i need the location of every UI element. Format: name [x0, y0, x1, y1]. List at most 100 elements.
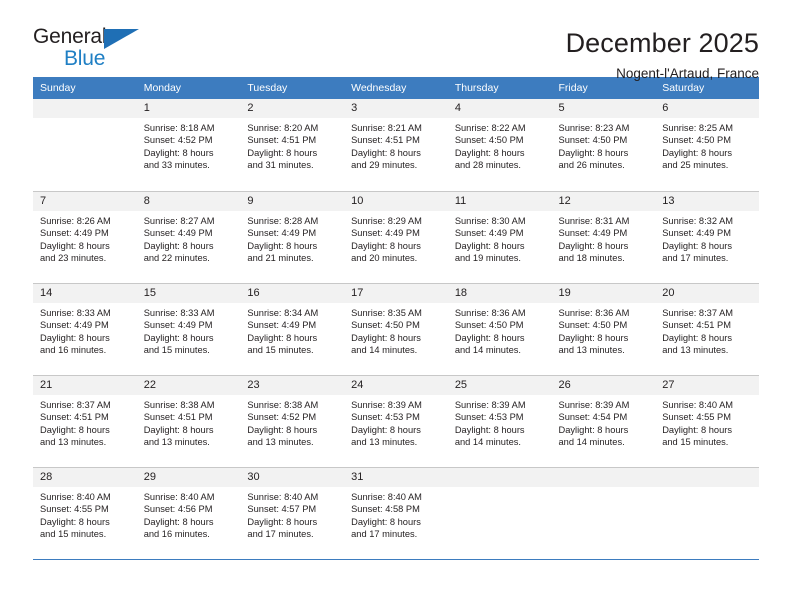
calendar-day-cell[interactable]: 1 Sunrise: 8:18 AM Sunset: 4:52 PM Daylight… — [136, 99, 241, 191]
calendar-day-cell[interactable]: 5 Sunrise: 8:23 AM Sunset: 4:50 PM Daylight… — [551, 99, 656, 191]
sunset-text: Sunset: 4:54 PM — [558, 412, 628, 423]
day-number: 24 — [344, 376, 448, 395]
sunrise-text: Sunrise: 8:38 AM — [143, 400, 215, 410]
day-number: 6 — [655, 99, 759, 118]
sunrise-text: Sunrise: 8:38 AM — [247, 400, 319, 410]
sunset-text: Sunset: 4:49 PM — [351, 228, 420, 239]
sunset-text: Sunset: 4:51 PM — [40, 412, 109, 423]
calendar-week-row: 7 Sunrise: 8:26 AM Sunset: 4:49 PM Daylight… — [33, 191, 759, 283]
sunset-text: Sunset: 4:55 PM — [40, 504, 109, 515]
calendar-day-cell[interactable]: 22 Sunrise: 8:38 AM Sunset: 4:51 PM Dayligh… — [136, 375, 241, 467]
daylight-text-line1: Daylight: 8 hours — [454, 424, 525, 435]
calendar-day-cell[interactable]: 23 Sunrise: 8:38 AM Sunset: 4:52 PM Dayligh… — [240, 375, 345, 467]
day-number: 30 — [240, 468, 345, 487]
daylight-text-line2: and 25 minutes. — [662, 160, 729, 171]
day-info: Sunrise: 8:37 AM Sunset: 4:51 PM Daylight:… — [33, 395, 137, 449]
general-blue-logo[interactable]: General Blue — [33, 26, 141, 74]
calendar-week-row: 28 Sunrise: 8:40 AM Sunset: 4:55 PM Dayligh… — [33, 467, 759, 559]
calendar-day-cell[interactable]: 7 Sunrise: 8:26 AM Sunset: 4:49 PM Daylight… — [33, 191, 137, 283]
daylight-text-line1: Daylight: 8 hours — [143, 332, 214, 343]
daylight-text-line1: Daylight: 8 hours — [558, 147, 629, 158]
day-number: 15 — [136, 284, 241, 303]
sunset-text: Sunset: 4:53 PM — [454, 412, 524, 423]
calendar-day-cell[interactable]: 27 Sunrise: 8:40 AM Sunset: 4:55 PM Dayligh… — [655, 375, 759, 467]
sunrise-text: Sunrise: 8:36 AM — [454, 308, 526, 318]
calendar-day-cell[interactable]: 8 Sunrise: 8:27 AM Sunset: 4:49 PM Daylight… — [136, 191, 241, 283]
calendar-day-cell[interactable] — [447, 467, 552, 559]
day-info: Sunrise: 8:27 AM Sunset: 4:49 PM Daylight:… — [137, 211, 241, 265]
day-info: Sunrise: 8:29 AM Sunset: 4:49 PM Daylight:… — [344, 211, 448, 265]
daylight-text-line1: Daylight: 8 hours — [558, 240, 629, 251]
weekday-header-monday: Monday — [136, 77, 241, 99]
day-info: Sunrise: 8:40 AM Sunset: 4:57 PM Daylight:… — [240, 487, 344, 541]
day-info: Sunrise: 8:40 AM Sunset: 4:56 PM Daylight:… — [137, 487, 241, 541]
calendar-day-cell[interactable] — [551, 467, 656, 559]
daylight-text-line2: and 15 minutes. — [40, 529, 107, 540]
calendar-day-cell[interactable]: 12 Sunrise: 8:31 AM Sunset: 4:49 PM Dayligh… — [551, 191, 656, 283]
calendar-day-cell[interactable]: 18 Sunrise: 8:36 AM Sunset: 4:50 PM Dayligh… — [447, 283, 552, 375]
calendar-day-cell[interactable] — [655, 467, 759, 559]
calendar-day-cell[interactable]: 31 Sunrise: 8:40 AM Sunset: 4:58 PM Dayligh… — [344, 467, 448, 559]
daylight-text-line2: and 16 minutes. — [40, 345, 107, 356]
sunrise-text: Sunrise: 8:40 AM — [143, 492, 215, 502]
calendar-day-cell[interactable]: 6 Sunrise: 8:25 AM Sunset: 4:50 PM Daylight… — [655, 99, 759, 191]
calendar-day-cell[interactable]: 20 Sunrise: 8:37 AM Sunset: 4:51 PM Dayligh… — [655, 283, 759, 375]
calendar-table: Sunday Monday Tuesday Wednesday Thursday… — [33, 77, 759, 559]
weekday-header-tuesday: Tuesday — [240, 77, 345, 99]
calendar-day-cell[interactable]: 30 Sunrise: 8:40 AM Sunset: 4:57 PM Dayligh… — [240, 467, 345, 559]
sunset-text: Sunset: 4:50 PM — [558, 135, 628, 146]
calendar-day-cell[interactable] — [33, 99, 137, 191]
sunrise-text: Sunrise: 8:37 AM — [40, 400, 111, 410]
calendar-day-cell[interactable]: 2 Sunrise: 8:20 AM Sunset: 4:51 PM Daylight… — [240, 99, 345, 191]
sunrise-text: Sunrise: 8:18 AM — [143, 123, 215, 133]
day-number — [447, 468, 552, 487]
sunset-text: Sunset: 4:50 PM — [351, 320, 420, 331]
daylight-text-line2: and 28 minutes. — [454, 160, 521, 171]
sunset-text: Sunset: 4:49 PM — [40, 228, 109, 239]
calendar-day-cell[interactable]: 15 Sunrise: 8:33 AM Sunset: 4:49 PM Dayligh… — [136, 283, 241, 375]
calendar-wrapper: Sunday Monday Tuesday Wednesday Thursday… — [33, 77, 759, 560]
sunrise-text: Sunrise: 8:35 AM — [351, 308, 422, 318]
calendar-day-cell[interactable]: 4 Sunrise: 8:22 AM Sunset: 4:50 PM Daylight… — [447, 99, 552, 191]
calendar-day-cell[interactable]: 3 Sunrise: 8:21 AM Sunset: 4:51 PM Daylight… — [344, 99, 448, 191]
daylight-text-line2: and 17 minutes. — [247, 529, 314, 540]
daylight-text-line2: and 20 minutes. — [351, 253, 418, 264]
daylight-text-line1: Daylight: 8 hours — [247, 240, 318, 251]
logo-text-general: General — [33, 25, 107, 48]
calendar-day-cell[interactable]: 28 Sunrise: 8:40 AM Sunset: 4:55 PM Dayligh… — [33, 467, 137, 559]
calendar-day-cell[interactable]: 9 Sunrise: 8:28 AM Sunset: 4:49 PM Daylight… — [240, 191, 345, 283]
calendar-day-cell[interactable]: 26 Sunrise: 8:39 AM Sunset: 4:54 PM Dayligh… — [551, 375, 656, 467]
daylight-text-line1: Daylight: 8 hours — [454, 332, 525, 343]
calendar-day-cell[interactable]: 19 Sunrise: 8:36 AM Sunset: 4:50 PM Dayligh… — [551, 283, 656, 375]
calendar-day-cell[interactable]: 13 Sunrise: 8:32 AM Sunset: 4:49 PM Dayligh… — [655, 191, 759, 283]
daylight-text-line1: Daylight: 8 hours — [40, 332, 110, 343]
day-number — [655, 468, 759, 487]
day-info — [33, 118, 137, 122]
daylight-text-line2: and 14 minutes. — [454, 437, 521, 448]
calendar-day-cell[interactable]: 10 Sunrise: 8:29 AM Sunset: 4:49 PM Dayligh… — [344, 191, 448, 283]
day-number: 9 — [240, 192, 345, 211]
sunset-text: Sunset: 4:56 PM — [143, 504, 213, 515]
sunrise-text: Sunrise: 8:28 AM — [247, 216, 319, 226]
calendar-day-cell[interactable]: 11 Sunrise: 8:30 AM Sunset: 4:49 PM Dayligh… — [447, 191, 552, 283]
sunset-text: Sunset: 4:52 PM — [143, 135, 213, 146]
calendar-day-cell[interactable]: 24 Sunrise: 8:39 AM Sunset: 4:53 PM Dayligh… — [344, 375, 448, 467]
daylight-text-line1: Daylight: 8 hours — [351, 424, 421, 435]
calendar-day-cell[interactable]: 16 Sunrise: 8:34 AM Sunset: 4:49 PM Dayligh… — [240, 283, 345, 375]
day-info: Sunrise: 8:20 AM Sunset: 4:51 PM Daylight:… — [240, 118, 344, 172]
calendar-day-cell[interactable]: 29 Sunrise: 8:40 AM Sunset: 4:56 PM Dayligh… — [136, 467, 241, 559]
calendar-day-cell[interactable]: 17 Sunrise: 8:35 AM Sunset: 4:50 PM Dayligh… — [344, 283, 448, 375]
sunrise-text: Sunrise: 8:40 AM — [662, 400, 734, 410]
sunrise-text: Sunrise: 8:39 AM — [454, 400, 526, 410]
sunrise-text: Sunrise: 8:40 AM — [351, 492, 422, 502]
daylight-text-line2: and 26 minutes. — [558, 160, 625, 171]
sunset-text: Sunset: 4:49 PM — [662, 228, 731, 239]
calendar-week-row: 21 Sunrise: 8:37 AM Sunset: 4:51 PM Dayligh… — [33, 375, 759, 467]
day-info: Sunrise: 8:22 AM Sunset: 4:50 PM Daylight:… — [448, 118, 552, 172]
sunset-text: Sunset: 4:49 PM — [143, 320, 213, 331]
calendar-day-cell[interactable]: 25 Sunrise: 8:39 AM Sunset: 4:53 PM Dayligh… — [447, 375, 552, 467]
sunset-text: Sunset: 4:50 PM — [454, 135, 524, 146]
calendar-day-cell[interactable]: 21 Sunrise: 8:37 AM Sunset: 4:51 PM Dayligh… — [33, 375, 137, 467]
day-info — [655, 487, 759, 491]
calendar-day-cell[interactable]: 14 Sunrise: 8:33 AM Sunset: 4:49 PM Dayligh… — [33, 283, 137, 375]
